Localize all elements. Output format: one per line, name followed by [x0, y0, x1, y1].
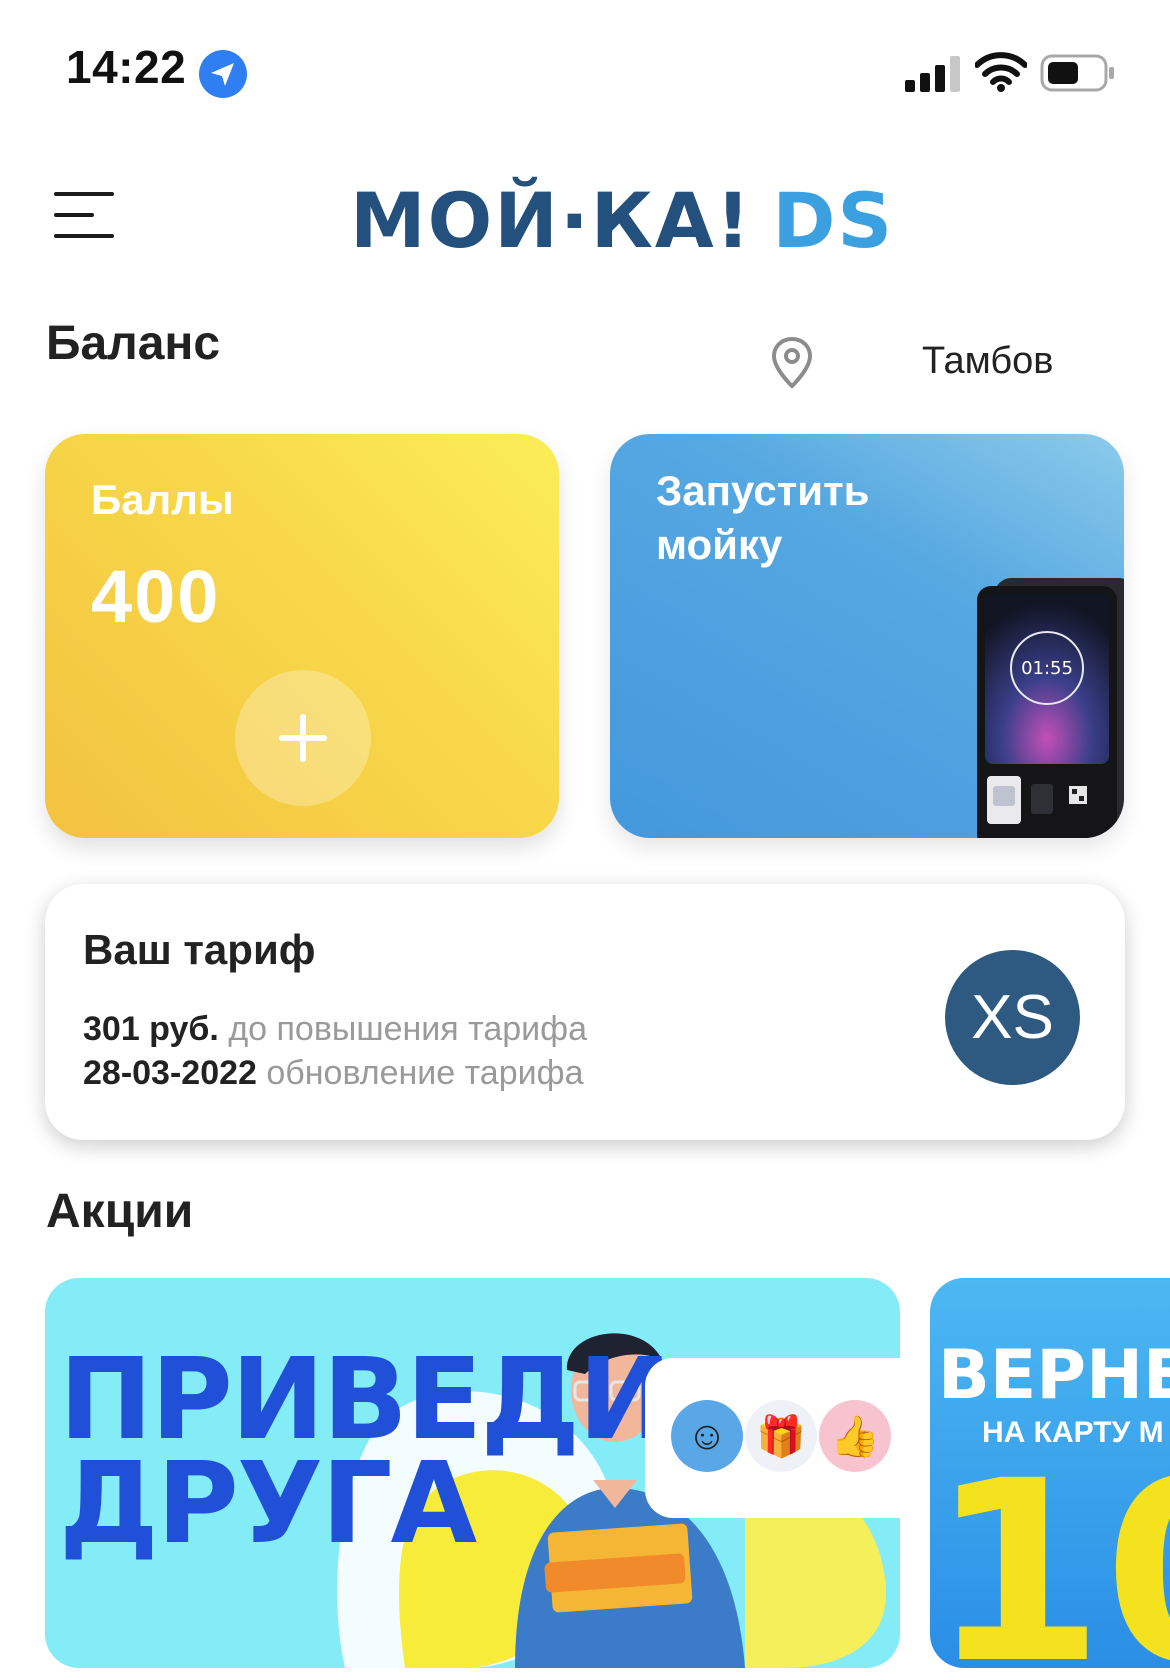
logo-main: МОЙ·КА! [350, 175, 753, 265]
promo-speech-bubble: ☺ 🎁 👍 [645, 1358, 900, 1518]
battery-icon [1040, 54, 1114, 92]
points-card: Баллы 400 [45, 434, 559, 838]
promo-cashback-title: ВЕРНЕМ [938, 1336, 1170, 1415]
location-services-icon [199, 50, 247, 98]
logo-ds: DS [772, 175, 895, 265]
promo-invite-title: ПРИВЕДИ ДРУГА [59, 1335, 672, 1569]
payment-terminal-image: 01:55 [977, 578, 1124, 838]
balance-heading: Баланс [46, 317, 221, 370]
promo-cashback-number: 10 [930, 1427, 1170, 1669]
tariff-card[interactable]: Ваш тариф 301 руб. до повышения тарифа 2… [45, 884, 1125, 1140]
wifi-icon [975, 52, 1027, 92]
start-wash-label: Запустить мойку [656, 467, 870, 568]
thumbs-up-icon: 👍 [819, 1400, 891, 1472]
points-value: 400 [91, 555, 221, 638]
status-time: 14:22 [66, 41, 187, 93]
menu-button[interactable] [50, 188, 120, 242]
add-points-button[interactable] [235, 670, 371, 806]
points-label: Баллы [91, 476, 234, 523]
tariff-level-badge: XS [945, 950, 1080, 1085]
tariff-title: Ваш тариф [83, 926, 316, 973]
tariff-date-line: 28-03-2022 обновление тарифа [83, 1054, 583, 1093]
promo-invite-title-line2: ДРУГА [59, 1439, 477, 1569]
tariff-amount-line: 301 руб. до повышения тарифа [83, 1010, 587, 1049]
gift-icon: 🎁 [745, 1400, 817, 1472]
promo-banner-cashback[interactable]: ВЕРНЕМ НА КАРТУ М 10 [930, 1278, 1170, 1668]
promotions-heading: Акции [46, 1185, 194, 1238]
app-logo: МОЙ·КА! DS [350, 176, 894, 265]
friend-avatar-icon: ☺ [671, 1400, 743, 1472]
promo-invite-title-line1: ПРИВЕДИ [59, 1335, 672, 1465]
tariff-amount: 301 руб. [83, 1010, 219, 1048]
tariff-amount-caption: до повышения тарифа [228, 1010, 588, 1048]
terminal-screen-time: 01:55 [1021, 658, 1073, 679]
tariff-date: 28-03-2022 [83, 1054, 257, 1092]
city-selector[interactable]: Тамбов [922, 340, 1053, 383]
tariff-date-caption: обновление тарифа [266, 1054, 584, 1092]
cellular-signal-icon [905, 56, 960, 92]
map-pin-icon[interactable] [770, 336, 814, 390]
promo-banner-invite-friend[interactable]: ПРИВЕДИ ДРУГА ☺ 🎁 👍 [45, 1278, 900, 1668]
plus-icon [279, 714, 327, 762]
start-wash-card[interactable]: Запустить мойку 01:55 [610, 434, 1124, 838]
